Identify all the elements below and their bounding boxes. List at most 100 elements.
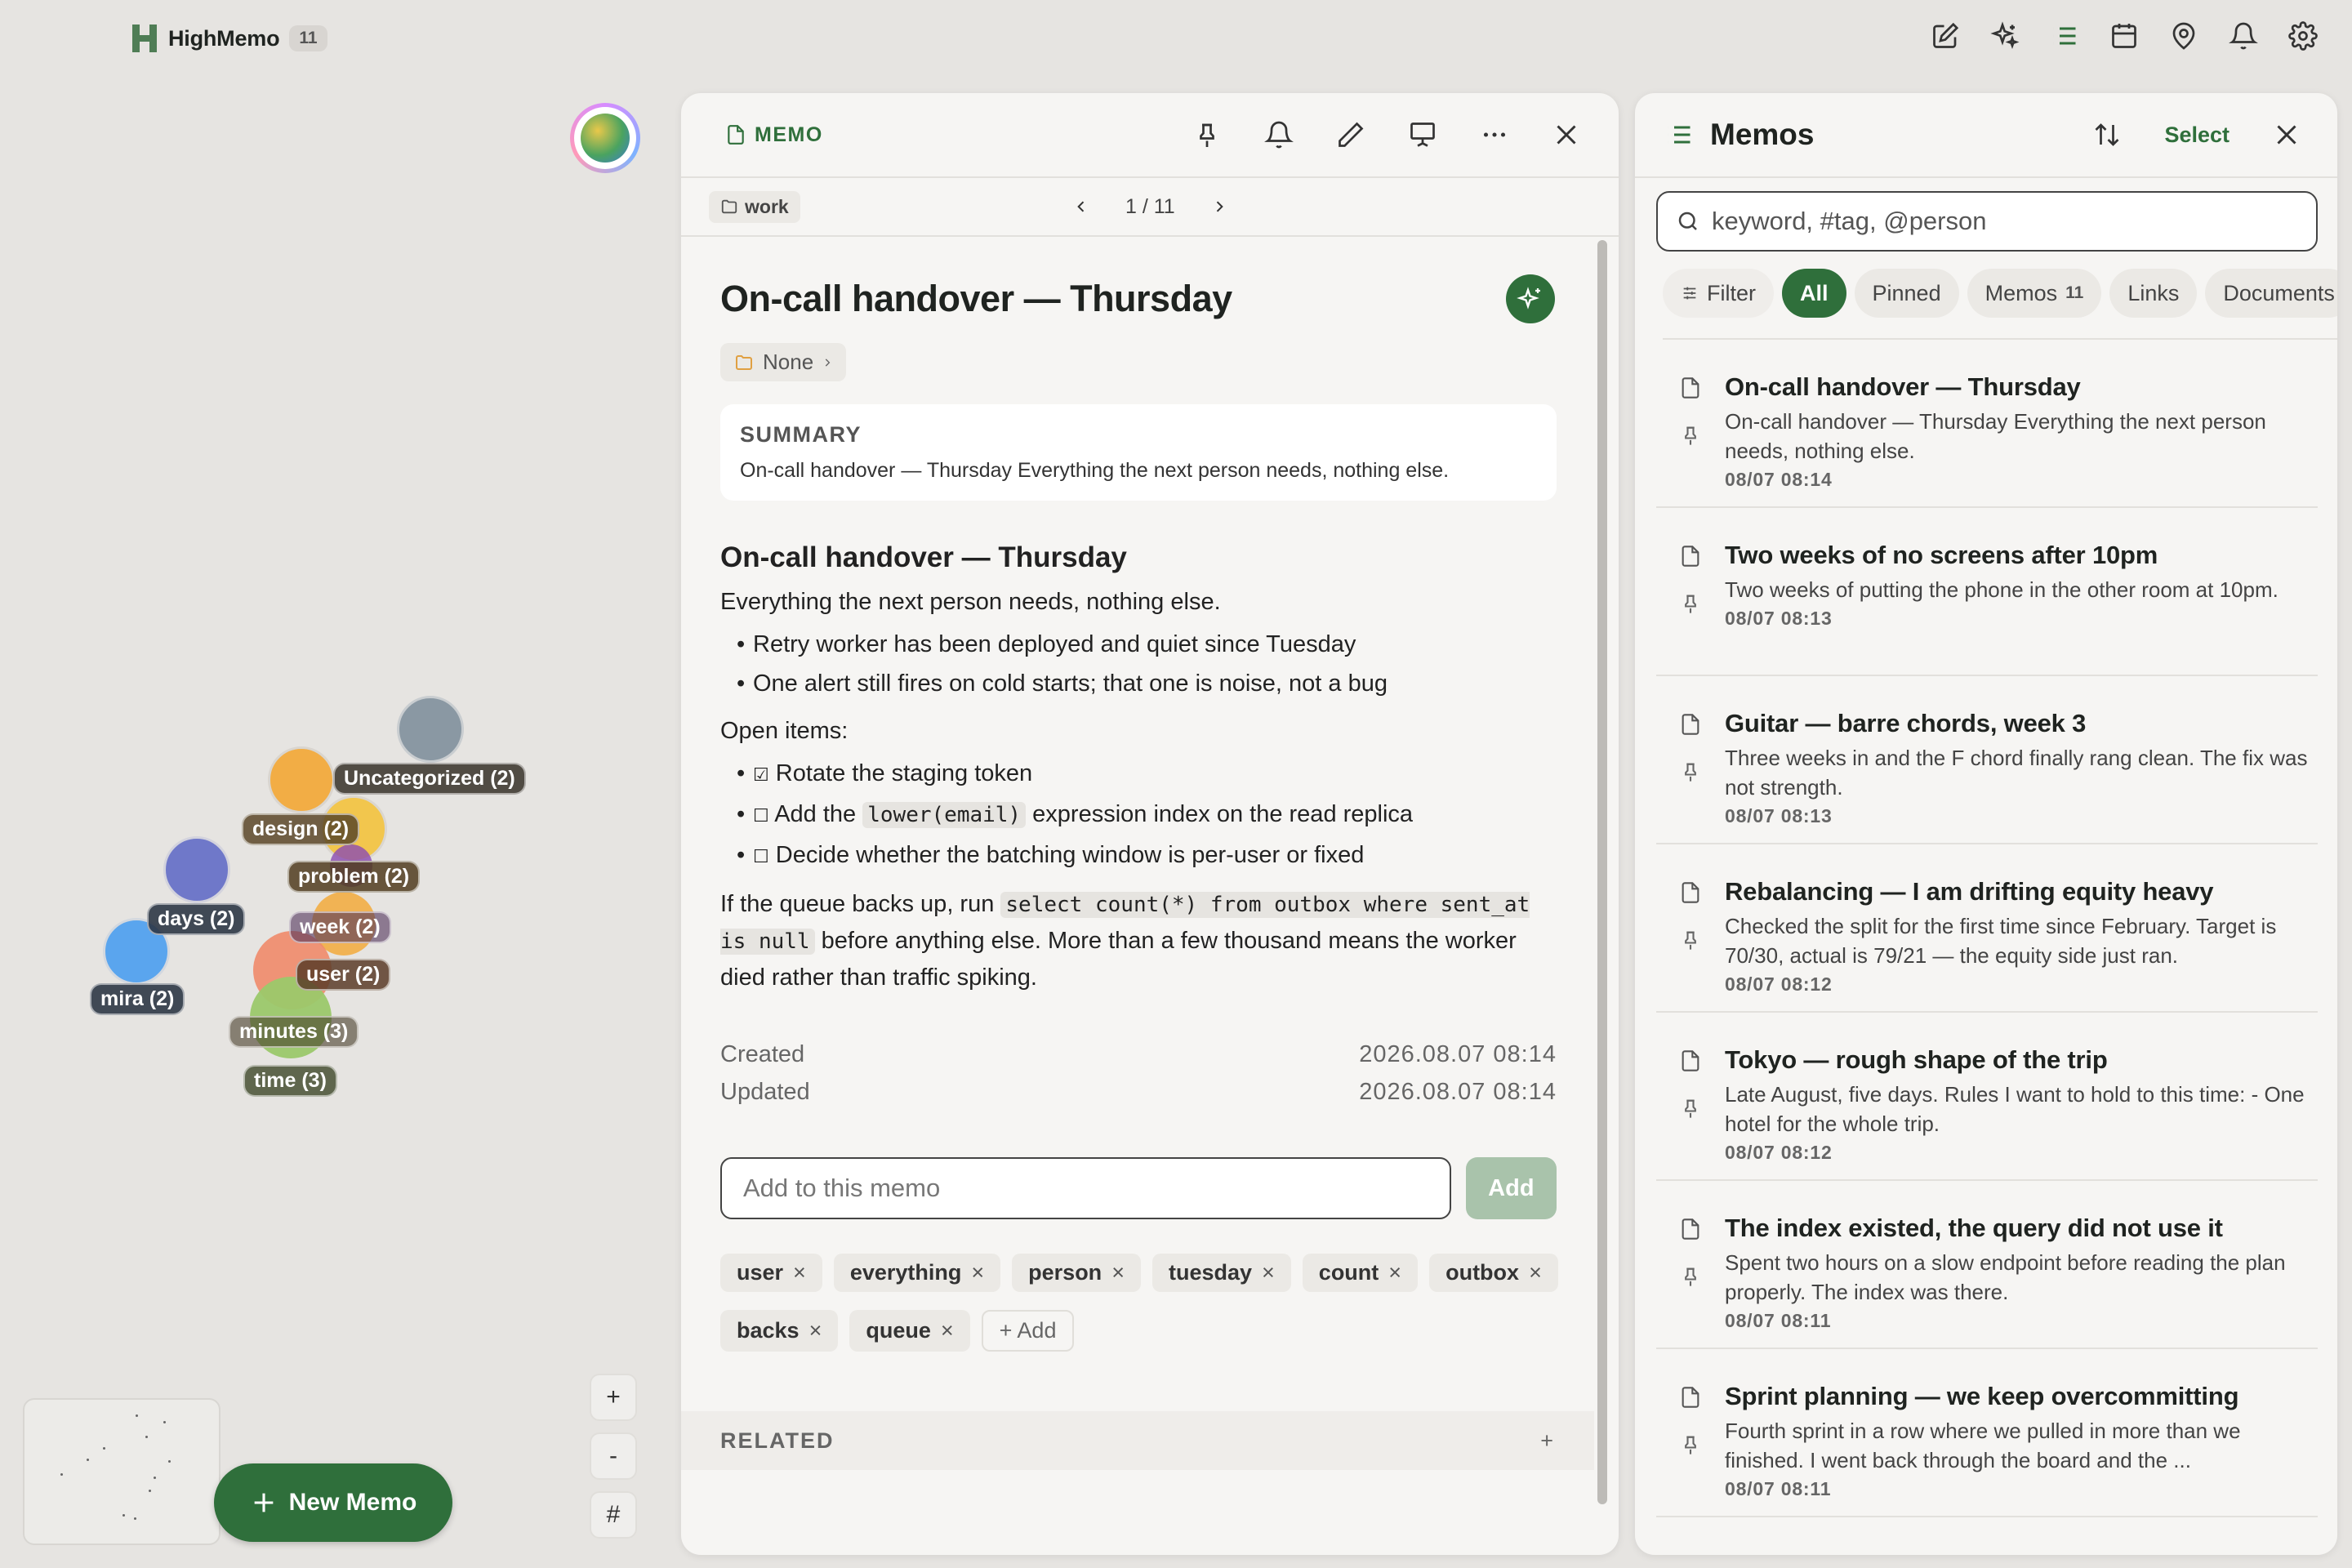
pin-icon[interactable] bbox=[1679, 760, 1702, 784]
list-item[interactable]: Sprint planning — we keep overcommitting… bbox=[1656, 1349, 2318, 1517]
next-arrow-icon[interactable] bbox=[1211, 197, 1227, 216]
gear-icon[interactable] bbox=[2288, 21, 2318, 51]
related-section: RELATED + bbox=[681, 1411, 1594, 1470]
compose-icon[interactable] bbox=[1931, 21, 1960, 51]
graph-label-design[interactable]: design (2) bbox=[242, 813, 360, 845]
close-icon[interactable] bbox=[1552, 120, 1581, 149]
zoom-out-button[interactable]: - bbox=[590, 1432, 637, 1480]
filter-label: Filter bbox=[1707, 280, 1756, 305]
updated-label: Updated bbox=[720, 1079, 810, 1105]
remove-tag-icon[interactable]: × bbox=[971, 1260, 984, 1285]
tag-chip[interactable]: count × bbox=[1302, 1254, 1419, 1292]
append-add-button[interactable]: Add bbox=[1465, 1157, 1557, 1219]
filter-button[interactable]: Filter bbox=[1663, 269, 1774, 318]
calendar-icon[interactable] bbox=[2109, 21, 2139, 51]
map-pin-icon[interactable] bbox=[2169, 21, 2198, 51]
list-icon bbox=[1668, 126, 1690, 144]
graph-label-problem[interactable]: problem (2) bbox=[287, 861, 421, 893]
filter-documents[interactable]: Documents bbox=[2205, 269, 2337, 318]
list-icon[interactable] bbox=[2050, 21, 2079, 51]
checkbox-unchecked[interactable]: ☐ bbox=[753, 846, 769, 866]
tag-chip[interactable]: queue × bbox=[849, 1310, 970, 1352]
add-related-button[interactable]: + bbox=[1540, 1428, 1555, 1454]
tag-chip[interactable]: outbox × bbox=[1429, 1254, 1558, 1292]
hash-button[interactable]: # bbox=[590, 1491, 637, 1539]
graph-node-days[interactable] bbox=[163, 836, 230, 903]
memo-type-text: MEMO bbox=[755, 122, 823, 146]
prev-arrow-icon[interactable] bbox=[1073, 197, 1089, 216]
graph-label-time[interactable]: time (3) bbox=[243, 1065, 337, 1097]
folder-icon bbox=[721, 199, 737, 214]
remove-tag-icon[interactable]: × bbox=[1111, 1260, 1125, 1285]
graph-label-week[interactable]: week (2) bbox=[289, 911, 391, 943]
remove-tag-icon[interactable]: × bbox=[793, 1260, 806, 1285]
checkbox-checked[interactable]: ☑ bbox=[753, 764, 769, 785]
graph-label-uncategorized[interactable]: Uncategorized (2) bbox=[333, 763, 526, 795]
append-input[interactable]: Add to this memo bbox=[720, 1157, 1451, 1219]
memo-header: MEMO bbox=[681, 93, 1619, 178]
related-label: RELATED bbox=[720, 1428, 835, 1453]
pin-icon[interactable] bbox=[1679, 423, 1702, 448]
new-memo-button[interactable]: New Memo bbox=[214, 1463, 452, 1542]
memo-body: On-call handover — Thursday Everything t… bbox=[720, 540, 1557, 996]
tag-chip[interactable]: user × bbox=[720, 1254, 822, 1292]
pin-icon[interactable] bbox=[1679, 1096, 1702, 1120]
more-icon[interactable] bbox=[1480, 120, 1509, 149]
tag-chip[interactable]: backs × bbox=[720, 1310, 839, 1352]
filter-pinned[interactable]: Pinned bbox=[1854, 269, 1959, 318]
sort-icon[interactable] bbox=[2092, 120, 2122, 149]
graph-label-days[interactable]: days (2) bbox=[147, 903, 246, 935]
remove-tag-icon[interactable]: × bbox=[1388, 1260, 1401, 1285]
remove-tag-icon[interactable]: × bbox=[1262, 1260, 1275, 1285]
bell-icon[interactable] bbox=[2229, 21, 2258, 51]
zoom-in-button[interactable]: + bbox=[590, 1374, 637, 1421]
ai-sparkle-button[interactable] bbox=[1506, 274, 1555, 323]
tag-chip[interactable]: person × bbox=[1012, 1254, 1141, 1292]
updated-value: 2026.08.07 08:14 bbox=[1359, 1079, 1557, 1105]
item-title: The index existed, the query did not use… bbox=[1725, 1214, 2223, 1242]
reminder-bell-icon[interactable] bbox=[1264, 120, 1294, 149]
graph-label-minutes[interactable]: minutes (3) bbox=[229, 1016, 359, 1048]
graph-node-design[interactable] bbox=[268, 746, 335, 813]
graph-label-mira[interactable]: mira (2) bbox=[90, 983, 185, 1015]
graph-label-user[interactable]: user (2) bbox=[296, 959, 391, 991]
graph-minimap[interactable] bbox=[23, 1398, 220, 1545]
list-item[interactable]: Guitar — barre chords, week 3 Three week… bbox=[1656, 676, 2318, 844]
user-avatar[interactable] bbox=[570, 103, 640, 173]
tag-chip[interactable]: tuesday × bbox=[1152, 1254, 1291, 1292]
item-title: Tokyo — rough shape of the trip bbox=[1725, 1045, 2108, 1074]
list-item[interactable]: Tokyo — rough shape of the trip Late Aug… bbox=[1656, 1013, 2318, 1181]
todo-text: Decide whether the batching window is pe… bbox=[775, 842, 1365, 868]
graph-node-uncategorized[interactable] bbox=[397, 696, 464, 763]
edit-pencil-icon[interactable] bbox=[1336, 120, 1365, 149]
list-item[interactable]: Two weeks of no screens after 10pm Two w… bbox=[1656, 508, 2318, 676]
pin-icon[interactable] bbox=[1192, 120, 1222, 149]
search-placeholder: keyword, #tag, @person bbox=[1712, 207, 1987, 235]
select-button[interactable]: Select bbox=[2164, 122, 2230, 148]
list-item: Retry worker has been deployed and quiet… bbox=[737, 626, 1557, 662]
folder-chip[interactable]: work bbox=[709, 190, 800, 223]
remove-tag-icon[interactable]: × bbox=[1529, 1260, 1542, 1285]
app-brand[interactable]: HighMemo 11 bbox=[131, 21, 327, 56]
remove-tag-icon[interactable]: × bbox=[941, 1318, 954, 1343]
tag-chip[interactable]: everything × bbox=[833, 1254, 1001, 1292]
list-item[interactable]: Rebalancing — I am drifting equity heavy… bbox=[1656, 844, 2318, 1013]
filter-memos[interactable]: Memos 11 bbox=[1967, 269, 2102, 318]
list-item[interactable]: On-call handover — Thursday On-call hand… bbox=[1656, 340, 2318, 508]
add-tag-button[interactable]: + Add bbox=[981, 1310, 1075, 1352]
present-icon[interactable] bbox=[1408, 120, 1437, 149]
pin-icon[interactable] bbox=[1679, 1432, 1702, 1457]
category-chip[interactable]: None bbox=[720, 343, 847, 381]
sparkle-icon[interactable] bbox=[1990, 21, 2020, 51]
close-icon[interactable] bbox=[2272, 120, 2301, 149]
search-input[interactable]: keyword, #tag, @person bbox=[1656, 191, 2318, 252]
filter-all[interactable]: All bbox=[1782, 269, 1846, 318]
pin-icon[interactable] bbox=[1679, 1264, 1702, 1289]
memo-scrollbar[interactable] bbox=[1597, 240, 1607, 1504]
filter-links[interactable]: Links bbox=[2109, 269, 2198, 318]
checkbox-unchecked[interactable]: ☐ bbox=[753, 805, 769, 826]
pin-icon[interactable] bbox=[1679, 928, 1702, 952]
list-item[interactable]: The index existed, the query did not use… bbox=[1656, 1181, 2318, 1349]
pin-icon[interactable] bbox=[1679, 591, 1702, 616]
remove-tag-icon[interactable]: × bbox=[809, 1318, 822, 1343]
